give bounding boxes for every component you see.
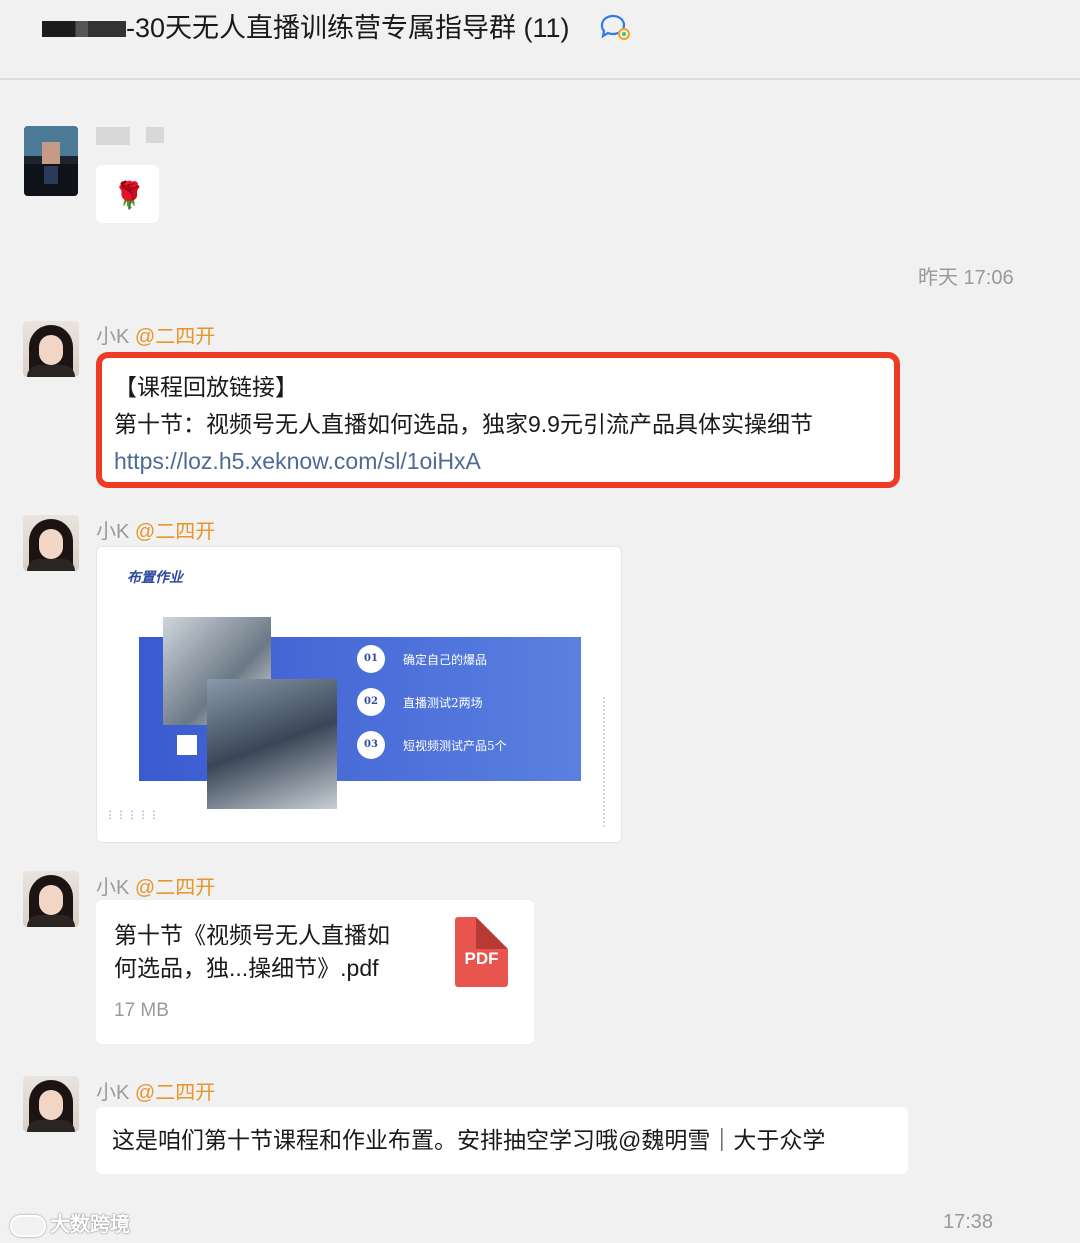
sender-name: 小K @二四开 — [96, 521, 216, 543]
avatar[interactable] — [23, 1076, 79, 1132]
avatar[interactable] — [23, 321, 79, 377]
redacted-sender-name — [96, 127, 130, 145]
watermark: 大数跨境 — [10, 1208, 130, 1237]
avatar[interactable] — [24, 126, 78, 196]
sender-name: 小K @二四开 — [96, 877, 216, 899]
emoji-message-bubble[interactable]: 🌹 — [96, 165, 159, 223]
slide-item-number: 02 — [357, 688, 385, 716]
replay-link[interactable]: https://loz.h5.xeknow.com/sl/1oiHxA — [114, 446, 481, 476]
group-chat-icon[interactable] — [598, 12, 634, 42]
file-name: 何选品，独...操细节》.pdf — [114, 955, 379, 981]
chat-header: -30天无人直播训练营专属指导群 (11) — [0, 0, 1080, 80]
pdf-file-icon: PDF — [455, 917, 508, 987]
chat-title[interactable]: -30天无人直播训练营专属指导群 (11) — [126, 10, 570, 46]
message-text: 这是咱们第十节课程和作业布置。安排抽空学习哦@魏明雪｜大于众学 — [112, 1127, 826, 1153]
teamwork-photo — [207, 679, 337, 809]
file-message-bubble[interactable]: 第十节《视频号无人直播如 何选品，独...操细节》.pdf 17 MB PDF — [96, 900, 534, 1044]
avatar[interactable] — [23, 515, 79, 571]
slide-item-text: 短视频测试产品5个 — [403, 739, 507, 753]
message-heading: 【课程回放链接】 — [114, 374, 298, 400]
avatar[interactable] — [23, 871, 79, 927]
redacted-title-prefix — [42, 21, 126, 37]
decorative-dots: ⋮⋮⋮⋮⋮ — [105, 810, 160, 821]
file-size: 17 MB — [114, 1000, 169, 1021]
watermark-logo-icon — [10, 1214, 46, 1237]
slide-title: 布置作业 — [127, 570, 183, 586]
sender-name: 小K @二四开 — [96, 326, 216, 348]
redacted-sender-name — [146, 127, 164, 143]
rose-emoji: 🌹 — [113, 180, 146, 210]
message-text: 第十节：视频号无人直播如何选品，独家9.9元引流产品具体实操细节 — [114, 411, 813, 437]
message-timestamp: 昨天 17:06 — [918, 267, 1014, 289]
text-message-bubble[interactable]: 这是咱们第十节课程和作业布置。安排抽空学习哦@魏明雪｜大于众学 — [96, 1107, 908, 1174]
sender-name: 小K @二四开 — [96, 1082, 216, 1104]
file-name: 第十节《视频号无人直播如 — [114, 922, 390, 948]
message-timestamp: 17:38 — [943, 1211, 994, 1233]
slide-item-number: 01 — [357, 645, 385, 673]
decorative-square — [177, 735, 197, 755]
slide-item-number: 03 — [357, 731, 385, 759]
slide-item-text: 直播测试2两场 — [403, 696, 483, 710]
image-message[interactable]: 布置作业 01 确定自己的爆品 02 直播测试2两场 03 短视频测试产品5个 … — [96, 546, 622, 843]
slide-item-text: 确定自己的爆品 — [403, 653, 488, 667]
link-message-bubble[interactable]: 【课程回放链接】 第十节：视频号无人直播如何选品，独家9.9元引流产品具体实操细… — [96, 352, 900, 488]
decorative-dots — [603, 697, 605, 827]
